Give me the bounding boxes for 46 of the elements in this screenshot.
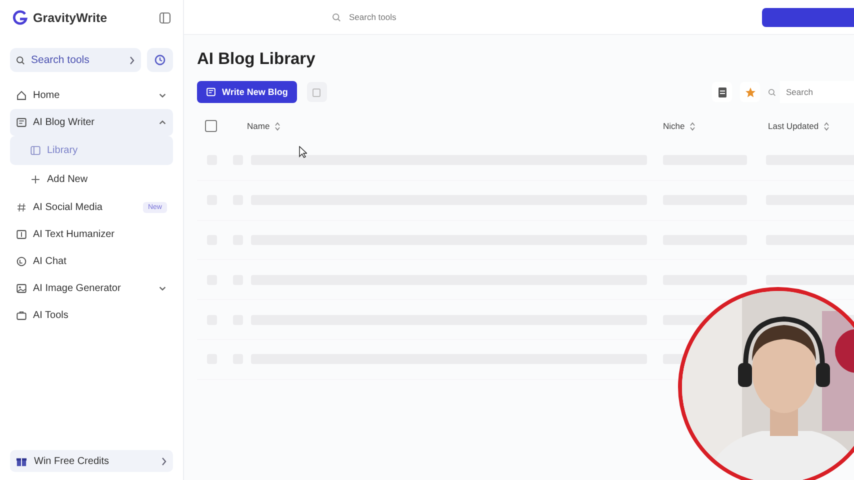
page-title: AI Blog Library xyxy=(197,50,316,69)
brand-name: GravityWrite xyxy=(33,11,108,25)
plus-icon xyxy=(30,174,41,185)
sidebar-item[interactable]: AI Image Generator xyxy=(10,275,173,302)
search-icon xyxy=(16,56,25,64)
logo-icon xyxy=(12,10,28,26)
history-icon[interactable] xyxy=(147,48,173,72)
chevron-icon xyxy=(158,118,167,127)
library-icon xyxy=(30,145,41,156)
sidebar-item[interactable]: AI Tools xyxy=(10,302,173,329)
delete-icon[interactable] xyxy=(306,82,327,102)
document-icon[interactable] xyxy=(712,82,732,102)
sidebar-toggle-icon[interactable] xyxy=(159,12,171,24)
win-credits-button[interactable]: Win Free Credits xyxy=(10,450,173,472)
gift-icon xyxy=(16,456,27,466)
blog-icon xyxy=(16,117,27,128)
chevron-icon xyxy=(158,91,167,100)
search-icon xyxy=(332,12,341,22)
search-field[interactable]: Search tools xyxy=(347,11,431,23)
chevron-right-icon xyxy=(129,56,135,64)
sidebar-item[interactable]: AI Text Humanizer xyxy=(10,221,173,248)
tools-icon xyxy=(16,310,27,321)
sort-icon[interactable] xyxy=(274,122,280,130)
sidebar-item[interactable]: AI Blog Writer xyxy=(10,109,173,136)
sidebar-item[interactable]: Home xyxy=(10,82,173,109)
image-icon xyxy=(16,283,27,294)
chevron-icon xyxy=(158,284,167,293)
chevron-right-icon xyxy=(161,456,167,466)
column-header[interactable]: Name xyxy=(247,121,270,131)
home-icon xyxy=(16,90,27,101)
search-field[interactable]: Search xyxy=(780,81,854,103)
column-header[interactable]: Niche xyxy=(663,121,685,131)
sort-icon[interactable] xyxy=(690,122,695,130)
sort-icon[interactable] xyxy=(824,122,829,130)
sidebar-subitem[interactable]: Add New xyxy=(10,165,173,194)
blog-icon xyxy=(206,87,216,97)
chat-icon xyxy=(16,256,27,267)
sidebar-item[interactable]: AI Chat xyxy=(10,248,173,275)
search-tools-button[interactable]: Search tools xyxy=(10,48,141,72)
write-new-blog-button[interactable]: Write New Blog xyxy=(197,81,297,103)
select-all-checkbox[interactable] xyxy=(205,120,217,132)
text-icon xyxy=(16,229,27,240)
column-header[interactable]: Last Updated xyxy=(768,121,819,131)
cursor-icon xyxy=(299,146,307,158)
search-icon xyxy=(768,88,776,96)
hash-icon xyxy=(16,202,27,213)
